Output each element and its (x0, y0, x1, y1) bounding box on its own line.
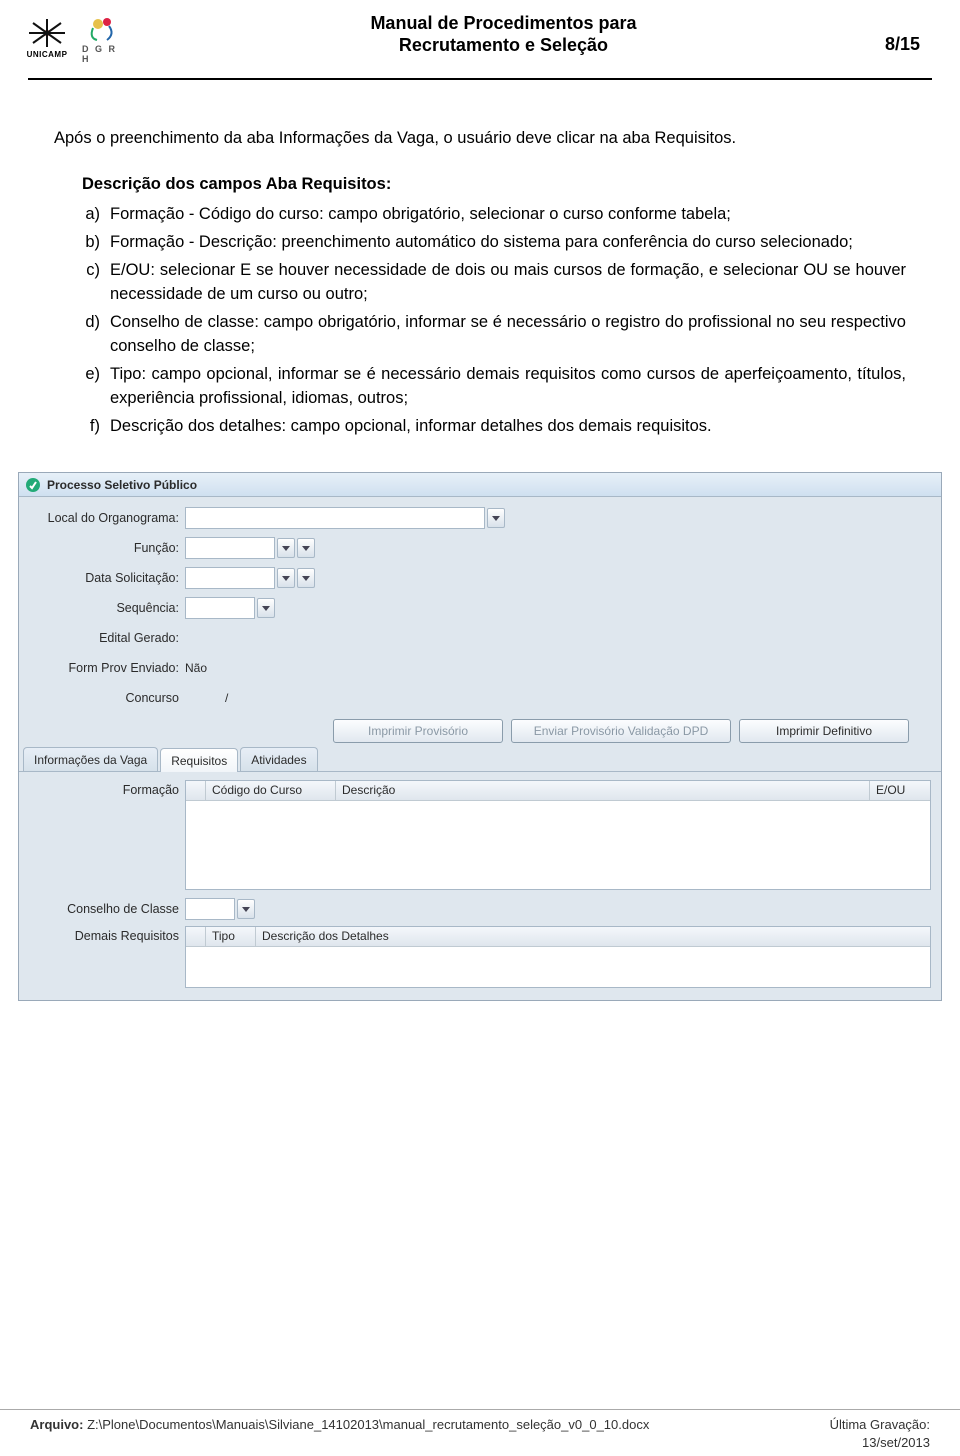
button-row: Imprimir Provisório Enviar Provisório Va… (29, 713, 931, 747)
label-formacao: Formação (29, 780, 185, 797)
label-data-solicitacao: Data Solicitação: (29, 571, 185, 585)
unicamp-logo: UNICAMP (18, 18, 76, 59)
page-footer: Arquivo: Z:\Plone\Documentos\Manuais\Sil… (0, 1409, 960, 1452)
list-marker: e) (54, 362, 110, 410)
list-item: c)E/OU: selecionar E se houver necessida… (54, 258, 906, 306)
field-data-solicitacao[interactable] (185, 567, 275, 589)
dropdown-icon[interactable] (297, 568, 315, 588)
section-heading: Descrição dos campos Aba Requisitos: (54, 172, 906, 196)
dgrh-label: D G R H (82, 44, 122, 64)
dgrh-logo: D G R H (82, 12, 122, 64)
field-description-list: a)Formação - Código do curso: campo obri… (54, 202, 906, 438)
tab-requisitos[interactable]: Requisitos (160, 748, 238, 772)
list-item: a)Formação - Código do curso: campo obri… (54, 202, 906, 226)
dropdown-icon[interactable] (297, 538, 315, 558)
label-local-organograma: Local do Organograma: (29, 511, 185, 525)
list-item: d)Conselho de classe: campo obrigatório,… (54, 310, 906, 358)
tab-bar: Informações da Vaga Requisitos Atividade… (19, 747, 941, 771)
grid-header-eou[interactable]: E/OU (870, 781, 930, 800)
imprimir-provisorio-button[interactable]: Imprimir Provisório (333, 719, 503, 743)
enviar-validacao-button[interactable]: Enviar Provisório Validação DPD (511, 719, 731, 743)
document-body: Após o preenchimento da aba Informações … (0, 80, 960, 438)
grid-header-row: Código do Curso Descrição E/OU (186, 781, 930, 801)
list-marker: c) (54, 258, 110, 306)
list-text: Tipo: campo opcional, informar se é nece… (110, 362, 906, 410)
formacao-grid[interactable]: Código do Curso Descrição E/OU (185, 780, 931, 890)
grid-indicator-header (186, 781, 206, 800)
grid-header-descricao[interactable]: Descrição (336, 781, 870, 800)
tab-informacoes-vaga[interactable]: Informações da Vaga (23, 747, 158, 771)
manual-title-line2: Recrutamento e Seleção (122, 34, 885, 56)
grid-header-tipo[interactable]: Tipo (206, 927, 256, 946)
grid-header-detalhes[interactable]: Descrição dos Detalhes (256, 927, 930, 946)
grid-body[interactable] (186, 947, 930, 987)
list-item: b)Formação - Descrição: preenchimento au… (54, 230, 906, 254)
tab-requisitos-body: Formação Código do Curso Descrição E/OU … (19, 771, 941, 1000)
list-text: Formação - Descrição: preenchimento auto… (110, 230, 906, 254)
tab-atividades[interactable]: Atividades (240, 747, 317, 771)
grid-body[interactable] (186, 801, 930, 889)
logos: UNICAMP D G R H (18, 12, 122, 64)
dgrh-icon (87, 12, 117, 42)
dropdown-icon[interactable] (277, 568, 295, 588)
intro-paragraph: Após o preenchimento da aba Informações … (54, 126, 906, 150)
manual-title: Manual de Procedimentos para Recrutament… (122, 12, 885, 56)
list-text: Conselho de classe: campo obrigatório, i… (110, 310, 906, 358)
grid-indicator-header (186, 927, 206, 946)
dropdown-icon[interactable] (277, 538, 295, 558)
footer-arquivo-path: Z:\Plone\Documentos\Manuais\Silviane_141… (87, 1417, 649, 1432)
list-text: Formação - Código do curso: campo obriga… (110, 202, 906, 226)
label-form-prov: Form Prov Enviado: (29, 661, 185, 675)
field-conselho[interactable] (185, 898, 235, 920)
list-marker: b) (54, 230, 110, 254)
form-area: Local do Organograma: Função: Data Solic… (19, 497, 941, 747)
app-window: Processo Seletivo Público Local do Organ… (18, 472, 942, 1001)
unicamp-label: UNICAMP (27, 50, 68, 59)
imprimir-definitivo-button[interactable]: Imprimir Definitivo (739, 719, 909, 743)
page-number: 8/15 (885, 12, 920, 55)
page-header: UNICAMP D G R H Manual de Procedimentos … (0, 0, 960, 72)
list-text: E/OU: selecionar E se houver necessidade… (110, 258, 906, 306)
list-marker: a) (54, 202, 110, 226)
value-concurso: / (185, 691, 228, 705)
app-icon (25, 477, 41, 493)
field-sequencia[interactable] (185, 597, 255, 619)
footer-gravacao-label: Última Gravação: (830, 1416, 930, 1434)
label-edital-gerado: Edital Gerado: (29, 631, 185, 645)
grid-header-row: Tipo Descrição dos Detalhes (186, 927, 930, 947)
footer-gravacao: Última Gravação: 13/set/2013 (830, 1416, 930, 1452)
label-funcao: Função: (29, 541, 185, 555)
field-funcao[interactable] (185, 537, 275, 559)
list-marker: d) (54, 310, 110, 358)
dropdown-icon[interactable] (257, 598, 275, 618)
demais-grid[interactable]: Tipo Descrição dos Detalhes (185, 926, 931, 988)
manual-title-line1: Manual de Procedimentos para (122, 12, 885, 34)
field-local-organograma[interactable] (185, 507, 485, 529)
label-concurso: Concurso (29, 691, 185, 705)
dropdown-icon[interactable] (237, 899, 255, 919)
label-conselho: Conselho de Classe (29, 902, 185, 916)
grid-header-codigo[interactable]: Código do Curso (206, 781, 336, 800)
app-title: Processo Seletivo Público (47, 478, 197, 492)
value-form-prov: Não (185, 661, 207, 675)
label-sequencia: Sequência: (29, 601, 185, 615)
unicamp-icon (25, 18, 69, 48)
app-titlebar: Processo Seletivo Público (19, 473, 941, 497)
list-text: Descrição dos detalhes: campo opcional, … (110, 414, 906, 438)
dropdown-icon[interactable] (487, 508, 505, 528)
footer-gravacao-value: 13/set/2013 (830, 1434, 930, 1452)
label-demais: Demais Requisitos (29, 926, 185, 943)
list-item: e)Tipo: campo opcional, informar se é ne… (54, 362, 906, 410)
list-marker: f) (54, 414, 110, 438)
footer-arquivo: Arquivo: Z:\Plone\Documentos\Manuais\Sil… (30, 1416, 649, 1452)
footer-arquivo-label: Arquivo: (30, 1417, 83, 1432)
list-item: f)Descrição dos detalhes: campo opcional… (54, 414, 906, 438)
